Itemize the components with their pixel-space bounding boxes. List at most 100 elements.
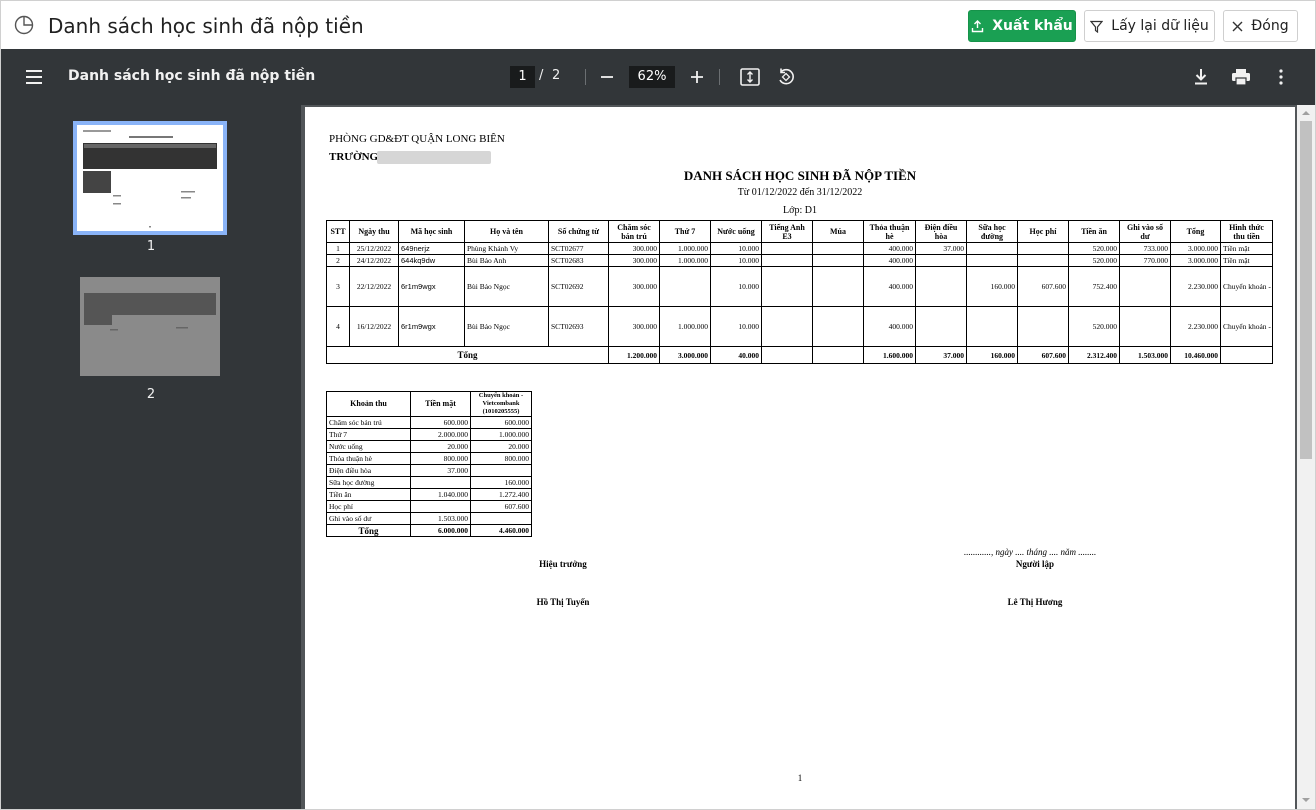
total-cell: 10.460.000	[1170, 346, 1221, 364]
window-title: Danh sách học sinh đã nộp tiền	[48, 14, 364, 38]
cell-total: 2.230.000	[1170, 306, 1221, 347]
header-cell: Chăm sóc bán trú	[608, 220, 660, 243]
cell-amount: 520.000	[1068, 242, 1120, 255]
page-thumbnail-2[interactable]	[80, 277, 220, 376]
cell-payment-method: Tiền mặt	[1220, 242, 1273, 255]
header-cell: Họ và tên	[464, 220, 549, 243]
fit-page-icon	[740, 68, 760, 86]
cell-amount: 300.000	[608, 242, 660, 255]
header-cell: Hình thức thu tiền	[1220, 220, 1273, 243]
zoom-in-button[interactable]	[686, 66, 708, 88]
cell-amount: 300.000	[608, 254, 660, 267]
summary-cash: 1.040.000	[410, 488, 471, 501]
fit-page-button[interactable]	[739, 66, 761, 88]
cell-voucher: SCT02693	[548, 306, 609, 347]
cell-date: 24/12/2022	[349, 254, 399, 267]
cell-amount: 10.000	[710, 306, 762, 347]
cell-amount	[966, 254, 1018, 267]
summary-cash: 1.503.000	[410, 512, 471, 525]
summary-cash	[410, 476, 471, 489]
header-cell: Thỏa thuận hè	[863, 220, 916, 243]
cell-amount: 770.000	[1119, 254, 1171, 267]
cell-amount	[812, 254, 864, 267]
cell-amount: 1.000.000	[659, 242, 711, 255]
more-vert-icon	[1279, 69, 1283, 85]
print-button[interactable]	[1230, 66, 1252, 88]
rotate-icon	[779, 68, 794, 85]
thumbnail-label-1: 1	[146, 239, 156, 254]
cell-amount: 10.000	[710, 254, 762, 267]
pie-chart-icon	[14, 15, 34, 35]
cell-amount	[761, 266, 813, 307]
download-button[interactable]	[1190, 66, 1212, 88]
table-row: 4 16/12/2022 6r1m9wgx Bùi Bảo Ngọc SCT02…	[326, 306, 1273, 347]
cell-payment-method: Chuyển khoản - Vietcombank (1010205555)	[1220, 266, 1273, 307]
cell-stt: 2	[326, 254, 350, 267]
cell-amount: 520.000	[1068, 306, 1120, 347]
cell-student-name: Bùi Bảo Ngọc	[464, 266, 549, 307]
summary-table: Khoản thu Tiền mặt Chuyển khoản - Vietco…	[326, 391, 532, 537]
cell-voucher: SCT02692	[548, 266, 609, 307]
summary-row: Chăm sóc bán trú 600.000 600.000	[326, 416, 532, 429]
cell-student-name: Phùng Khánh Vy	[464, 242, 549, 255]
summary-total-label: Tổng	[326, 524, 411, 537]
cell-amount: 1.000.000	[659, 254, 711, 267]
cell-amount: 300.000	[608, 306, 660, 347]
cell-amount: 10.000	[710, 242, 762, 255]
zoom-out-button[interactable]	[596, 66, 618, 88]
header-cell: Tổng	[1170, 220, 1221, 243]
summary-cash: 2.000.000	[410, 428, 471, 441]
total-cell: 607.600	[1017, 346, 1069, 364]
cell-amount: 400.000	[863, 266, 916, 307]
zoom-level-input[interactable]: 62%	[629, 66, 675, 88]
header-cell: Múa	[812, 220, 864, 243]
summary-transfer: 800.000	[470, 452, 532, 465]
summary-row: Nước uống 20.000 20.000	[326, 440, 532, 453]
scroll-up-icon[interactable]	[1301, 108, 1311, 118]
more-options-button[interactable]	[1270, 66, 1292, 88]
close-button[interactable]: Đóng	[1223, 10, 1298, 42]
cell-amount: 37.000	[915, 242, 967, 255]
cell-amount	[966, 306, 1018, 347]
cell-student-code: 6r1m9wgx	[398, 266, 465, 307]
scrollbar-thumb[interactable]	[1300, 121, 1312, 459]
summary-row: Thỏa thuận hè 800.000 800.000	[326, 452, 532, 465]
summary-item: Chăm sóc bán trú	[326, 416, 411, 429]
zoom-out-icon	[601, 76, 613, 78]
summary-row: Thứ 7 2.000.000 1.000.000	[326, 428, 532, 441]
page-number-input[interactable]: 1	[510, 66, 535, 88]
cell-amount	[915, 266, 967, 307]
export-icon	[972, 19, 984, 32]
summary-header-row: Khoản thu Tiền mặt Chuyển khoản - Vietco…	[326, 391, 532, 417]
reload-label: Lấy lại dữ liệu	[1111, 18, 1209, 34]
header-cell: Ghi vào số dư	[1119, 220, 1171, 243]
principal-name: Hồ Thị Tuyến	[536, 597, 590, 607]
preparer-title: Người lập	[1015, 559, 1055, 569]
summary-row: Điện điều hòa 37.000	[326, 464, 532, 477]
cell-student-name: Bùi Bảo Ngọc	[464, 306, 549, 347]
menu-icon[interactable]	[24, 67, 44, 87]
header-cell: STT	[326, 220, 350, 243]
cell-stt: 1	[326, 242, 350, 255]
export-button[interactable]: Xuất khẩu	[968, 10, 1076, 42]
vertical-scrollbar[interactable]	[1297, 105, 1315, 809]
scroll-down-icon[interactable]	[1301, 795, 1311, 805]
cell-amount: 400.000	[863, 306, 916, 347]
header-cell: Tiếng Anh E3	[761, 220, 813, 243]
summary-transfer: 600.000	[470, 416, 532, 429]
header-cell: Ngày thu	[349, 220, 399, 243]
total-cell: 1.200.000	[608, 346, 660, 364]
preparer-name: Lê Thị Hương	[1007, 597, 1063, 607]
summary-item: Thỏa thuận hè	[326, 452, 411, 465]
page-thumbnail-1[interactable]	[73, 121, 227, 235]
rotate-button[interactable]	[775, 66, 797, 88]
summary-item: Tiền ăn	[326, 488, 411, 501]
summary-total-transfer: 4.460.000	[470, 524, 532, 537]
cell-amount	[915, 254, 967, 267]
cell-total: 2.230.000	[1170, 266, 1221, 307]
signature-date-line: ............, ngày .... tháng .... năm .…	[964, 547, 1097, 557]
cell-student-code: 649nerjz	[398, 242, 465, 255]
cell-amount: 520.000	[1068, 254, 1120, 267]
cell-payment-method: Tiền mặt	[1220, 254, 1273, 267]
reload-data-button[interactable]: Lấy lại dữ liệu	[1084, 10, 1215, 42]
